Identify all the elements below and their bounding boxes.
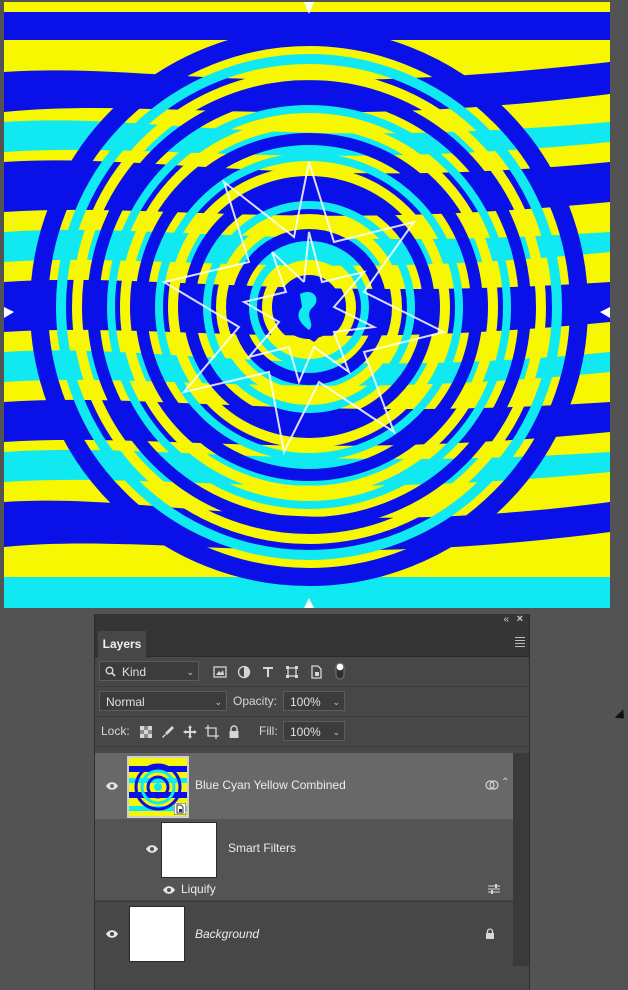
visibility-eye-icon[interactable] xyxy=(105,929,119,939)
liquify-filter-row[interactable]: Liquify xyxy=(95,879,513,900)
type-layer-filter-icon[interactable] xyxy=(261,665,275,679)
lock-row: Lock: Fill: 100% ⌄ xyxy=(95,717,529,747)
collapse-effects-icon[interactable]: ⌃ xyxy=(501,777,509,788)
opacity-value: 100% xyxy=(290,695,321,709)
layers-scrollbar[interactable] xyxy=(513,753,529,966)
smart-filters-indicator-icon[interactable] xyxy=(485,779,499,791)
smart-filters-row[interactable]: Smart Filters xyxy=(95,819,513,879)
background-layer-name[interactable]: Background xyxy=(195,927,259,941)
visibility-eye-icon[interactable] xyxy=(162,885,176,895)
filter-row: Kind ⌄ xyxy=(95,657,529,687)
panel-menu-icon[interactable] xyxy=(515,637,525,649)
chevron-down-icon: ⌄ xyxy=(186,667,194,677)
chevron-down-icon[interactable]: ⌄ xyxy=(332,722,340,742)
chevron-down-icon: ⌄ xyxy=(214,697,222,707)
panel-titlebar: « × xyxy=(95,613,529,628)
layers-panel: « × Layers Kind ⌄ Normal ⌄ Opacity: 100%… xyxy=(94,613,530,990)
lock-label: Lock: xyxy=(101,724,130,738)
smart-object-filter-icon[interactable] xyxy=(309,665,323,679)
blend-mode-select[interactable]: Normal ⌄ xyxy=(99,691,227,711)
blend-mode-value: Normal xyxy=(106,695,145,709)
document-canvas[interactable] xyxy=(4,2,610,608)
fill-field[interactable]: 100% ⌄ xyxy=(283,721,345,741)
close-panel-icon[interactable]: × xyxy=(517,613,523,625)
filter-blending-options-icon[interactable] xyxy=(488,884,500,894)
lock-position-icon[interactable] xyxy=(183,725,197,739)
smart-object-badge-icon xyxy=(174,803,186,815)
lock-icon[interactable] xyxy=(485,928,495,940)
filter-toggle-switch[interactable] xyxy=(335,662,345,680)
chevron-down-icon[interactable]: ⌄ xyxy=(332,692,340,712)
shape-layer-filter-icon[interactable] xyxy=(285,665,299,679)
panel-tabbar: Layers xyxy=(95,628,529,657)
adjustment-layer-filter-icon[interactable] xyxy=(237,665,251,679)
opacity-label: Opacity: xyxy=(233,694,278,708)
smart-filter-mask-thumbnail xyxy=(161,822,217,878)
fill-value: 100% xyxy=(290,725,321,739)
visibility-eye-icon[interactable] xyxy=(145,844,159,854)
blend-row: Normal ⌄ Opacity: 100% ⌄ xyxy=(95,687,529,717)
smart-filters-label: Smart Filters xyxy=(228,841,297,855)
canvas-artwork xyxy=(4,2,610,608)
layer-thumbnail xyxy=(127,756,189,818)
mouse-pointer-icon xyxy=(614,709,628,723)
visibility-eye-icon[interactable] xyxy=(105,781,119,791)
filter-kind-select[interactable]: Kind ⌄ xyxy=(99,661,199,681)
pixel-layer-filter-icon[interactable] xyxy=(213,665,227,679)
collapse-panel-icon[interactable]: « xyxy=(503,614,509,625)
layer-row-background[interactable]: Background xyxy=(95,901,513,966)
layer-name[interactable]: Blue Cyan Yellow Combined xyxy=(195,778,346,792)
background-thumbnail xyxy=(129,906,185,962)
liquify-label: Liquify xyxy=(181,882,216,896)
lock-artboard-icon[interactable] xyxy=(205,725,219,739)
filter-kind-label: Kind xyxy=(122,665,147,679)
fill-label: Fill: xyxy=(259,724,278,738)
lock-image-pixels-icon[interactable] xyxy=(161,725,175,739)
lock-transparent-pixels-icon[interactable] xyxy=(139,725,153,739)
tab-layers[interactable]: Layers xyxy=(98,631,146,657)
search-icon xyxy=(105,666,116,677)
layer-row-blue-cyan-yellow-combined[interactable]: Blue Cyan Yellow Combined ⌃ xyxy=(95,753,513,819)
opacity-field[interactable]: 100% ⌄ xyxy=(283,691,345,711)
lock-all-icon[interactable] xyxy=(227,725,241,739)
